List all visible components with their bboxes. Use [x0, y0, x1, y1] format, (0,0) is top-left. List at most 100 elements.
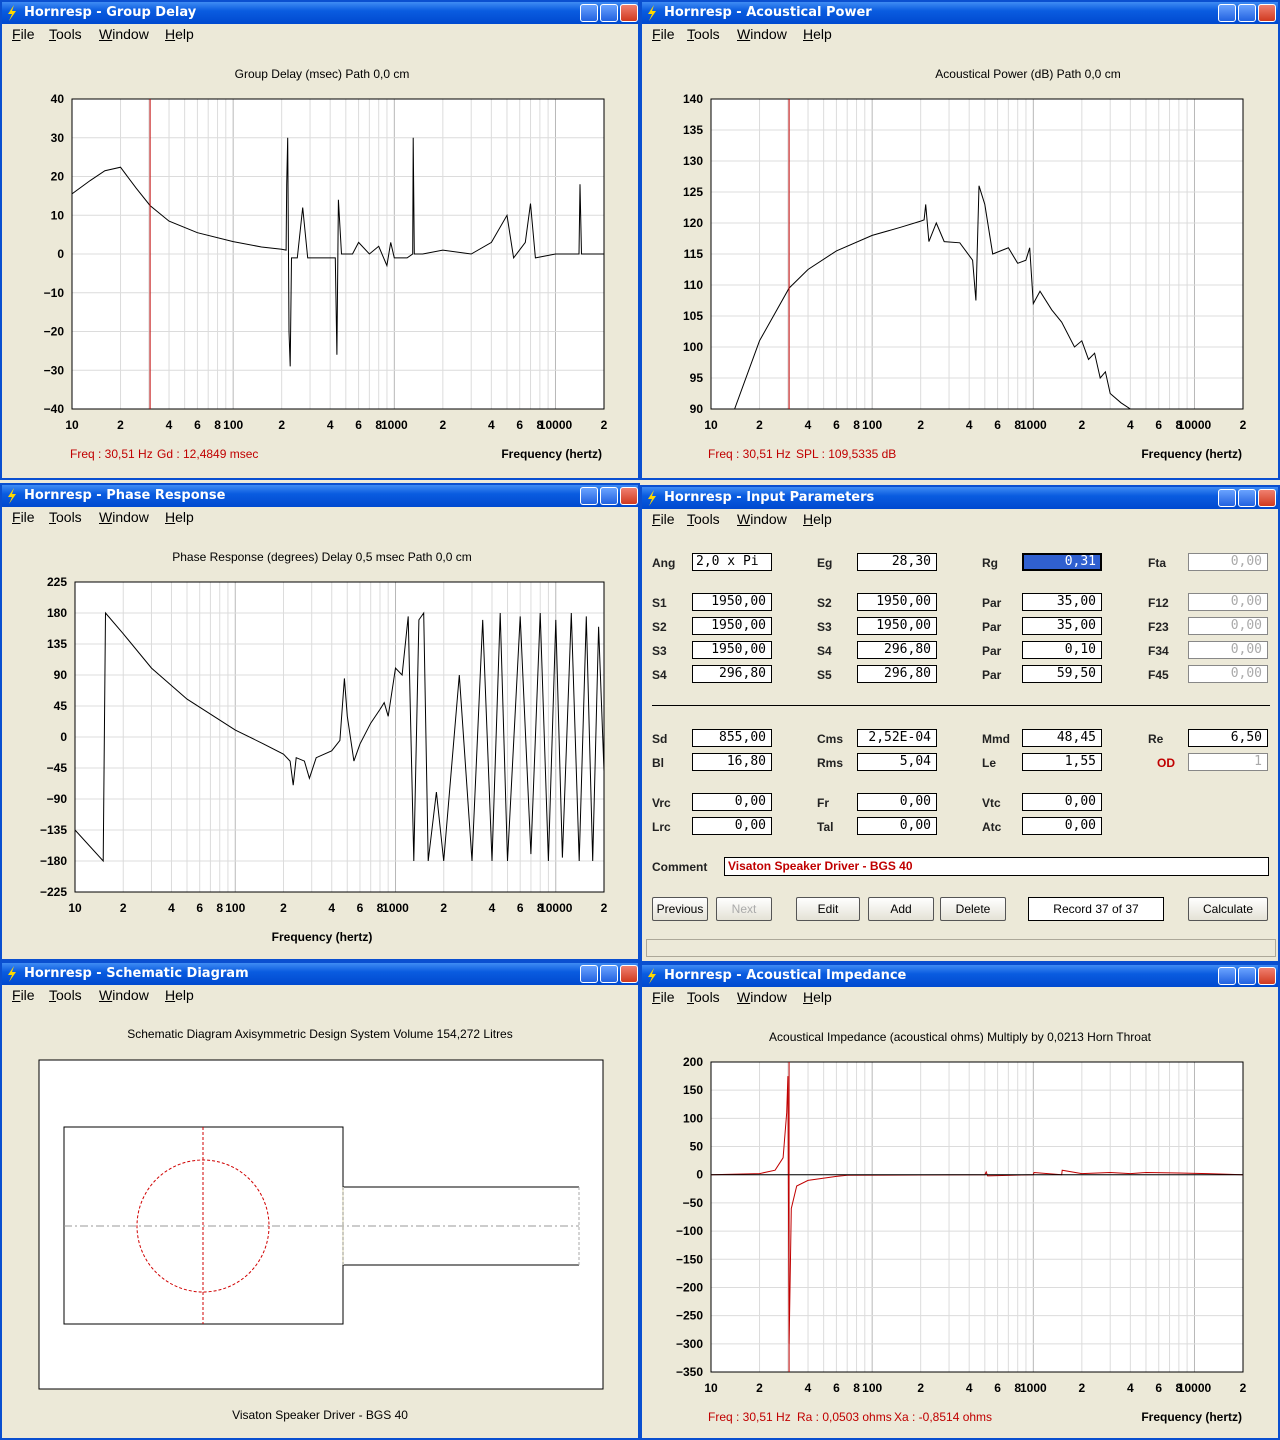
phase-response-window: Hornresp - Phase Response File Tools Win…	[0, 483, 640, 961]
menubar: File Tools Window Help	[642, 24, 1278, 44]
comment-field[interactable]: Visaton Speaker Driver - BGS 40	[724, 857, 1269, 876]
param-field-lrc[interactable]: 0,00	[692, 817, 772, 835]
menu-file[interactable]: File	[12, 985, 35, 1005]
param-field-atc[interactable]: 0,00	[1022, 817, 1102, 835]
close-button[interactable]	[1258, 4, 1276, 22]
minimize-button[interactable]	[580, 4, 598, 22]
param-field-f12[interactable]: 0,00	[1188, 593, 1268, 611]
param-field-s4b[interactable]: 296,80	[692, 665, 772, 683]
param-field-fr[interactable]: 0,00	[857, 793, 937, 811]
next-button[interactable]: Next	[716, 897, 772, 921]
param-field-s2b[interactable]: 1950,00	[692, 617, 772, 635]
menu-help[interactable]: Help	[803, 987, 832, 1007]
close-button[interactable]	[620, 965, 638, 983]
param-field-cms[interactable]: 2,52E-04	[857, 729, 937, 747]
param-field-sd[interactable]: 855,00	[692, 729, 772, 747]
group-delay-titlebar[interactable]: Hornresp - Group Delay	[2, 2, 638, 24]
y-tick-label: −300	[676, 1337, 703, 1351]
menu-window[interactable]: Window	[99, 507, 149, 527]
param-field-fta[interactable]: 0,00	[1188, 553, 1268, 571]
x-tick-label: 1000	[382, 901, 409, 915]
menu-window[interactable]: Window	[737, 987, 787, 1007]
input-parameters-titlebar[interactable]: Hornresp - Input Parameters	[642, 487, 1278, 509]
schematic-titlebar[interactable]: Hornresp - Schematic Diagram	[2, 963, 638, 985]
menu-tools[interactable]: Tools	[687, 509, 720, 529]
close-button[interactable]	[620, 4, 638, 22]
param-field-par3[interactable]: 0,10	[1022, 641, 1102, 659]
maximize-button[interactable]	[1238, 489, 1256, 507]
param-field-le[interactable]: 1,55	[1022, 753, 1102, 771]
phase-response-titlebar[interactable]: Hornresp - Phase Response	[2, 485, 638, 507]
menu-file[interactable]: File	[12, 24, 35, 44]
previous-button[interactable]: Previous	[652, 897, 708, 921]
param-field-vrc[interactable]: 0,00	[692, 793, 772, 811]
menu-tools[interactable]: Tools	[687, 24, 720, 44]
menu-file[interactable]: File	[652, 987, 675, 1007]
menu-file[interactable]: File	[652, 509, 675, 529]
menu-tools[interactable]: Tools	[49, 507, 82, 527]
param-field-par4[interactable]: 59,50	[1022, 665, 1102, 683]
add-button[interactable]: Add	[868, 897, 934, 921]
menu-tools[interactable]: Tools	[49, 985, 82, 1005]
param-field-bl[interactable]: 16,80	[692, 753, 772, 771]
menu-help[interactable]: Help	[803, 509, 832, 529]
param-field-rms[interactable]: 5,04	[857, 753, 937, 771]
minimize-button[interactable]	[1218, 967, 1236, 985]
param-field-rg[interactable]: 0,31	[1022, 553, 1102, 571]
param-field-eg[interactable]: 28,30	[857, 553, 937, 571]
menu-help[interactable]: Help	[165, 507, 194, 527]
param-field-s1[interactable]: 1950,00	[692, 593, 772, 611]
param-field-f45[interactable]: 0,00	[1188, 665, 1268, 683]
y-tick-label: 45	[54, 699, 68, 713]
param-field-f23[interactable]: 0,00	[1188, 617, 1268, 635]
param-field-par2[interactable]: 35,00	[1022, 617, 1102, 635]
maximize-button[interactable]	[600, 965, 618, 983]
acoustical-power-titlebar[interactable]: Hornresp - Acoustical Power	[642, 2, 1278, 24]
menu-window[interactable]: Window	[99, 24, 149, 44]
param-field-s4[interactable]: 296,80	[857, 641, 937, 659]
minimize-button[interactable]	[580, 487, 598, 505]
acoustical-impedance-titlebar[interactable]: Hornresp - Acoustical Impedance	[642, 965, 1278, 987]
menu-help[interactable]: Help	[165, 985, 194, 1005]
maximize-button[interactable]	[1238, 967, 1256, 985]
delete-button[interactable]: Delete	[940, 897, 1006, 921]
param-field-tal[interactable]: 0,00	[857, 817, 937, 835]
menu-tools[interactable]: Tools	[687, 987, 720, 1007]
menu-help[interactable]: Help	[803, 24, 832, 44]
menu-window[interactable]: Window	[99, 985, 149, 1005]
menu-window[interactable]: Window	[737, 509, 787, 529]
param-field-s3[interactable]: 1950,00	[857, 617, 937, 635]
maximize-button[interactable]	[1238, 4, 1256, 22]
x-axis-label: Frequency (hertz)	[272, 930, 373, 944]
close-button[interactable]	[1258, 967, 1276, 985]
param-field-vtc[interactable]: 0,00	[1022, 793, 1102, 811]
minimize-button[interactable]	[1218, 489, 1236, 507]
maximize-button[interactable]	[600, 487, 618, 505]
param-field-od[interactable]: 1	[1188, 753, 1268, 771]
param-field-s2[interactable]: 1950,00	[857, 593, 937, 611]
menu-window[interactable]: Window	[737, 24, 787, 44]
close-button[interactable]	[1258, 489, 1276, 507]
param-field-mmd[interactable]: 48,45	[1022, 729, 1102, 747]
minimize-button[interactable]	[580, 965, 598, 983]
maximize-button[interactable]	[600, 4, 618, 22]
param-field-s5[interactable]: 296,80	[857, 665, 937, 683]
param-label-s2: S2	[817, 596, 832, 610]
param-field-par1[interactable]: 35,00	[1022, 593, 1102, 611]
window-title: Hornresp - Acoustical Impedance	[664, 968, 907, 983]
x-tick-label: 8	[853, 418, 860, 432]
param-field-f34[interactable]: 0,00	[1188, 641, 1268, 659]
calculate-button[interactable]: Calculate	[1188, 897, 1268, 921]
close-button[interactable]	[620, 487, 638, 505]
param-field-s3b[interactable]: 1950,00	[692, 641, 772, 659]
acoustical-power-window: Hornresp - Acoustical Power File Tools W…	[640, 0, 1280, 480]
minimize-button[interactable]	[1218, 4, 1236, 22]
menu-help[interactable]: Help	[165, 24, 194, 44]
menu-file[interactable]: File	[652, 24, 675, 44]
edit-button[interactable]: Edit	[796, 897, 860, 921]
menu-file[interactable]: File	[12, 507, 35, 527]
param-field-ang[interactable]: 2,0 x Pi	[692, 553, 772, 571]
x-tick-label: 4	[489, 901, 496, 915]
param-field-re[interactable]: 6,50	[1188, 729, 1268, 747]
menu-tools[interactable]: Tools	[49, 24, 82, 44]
